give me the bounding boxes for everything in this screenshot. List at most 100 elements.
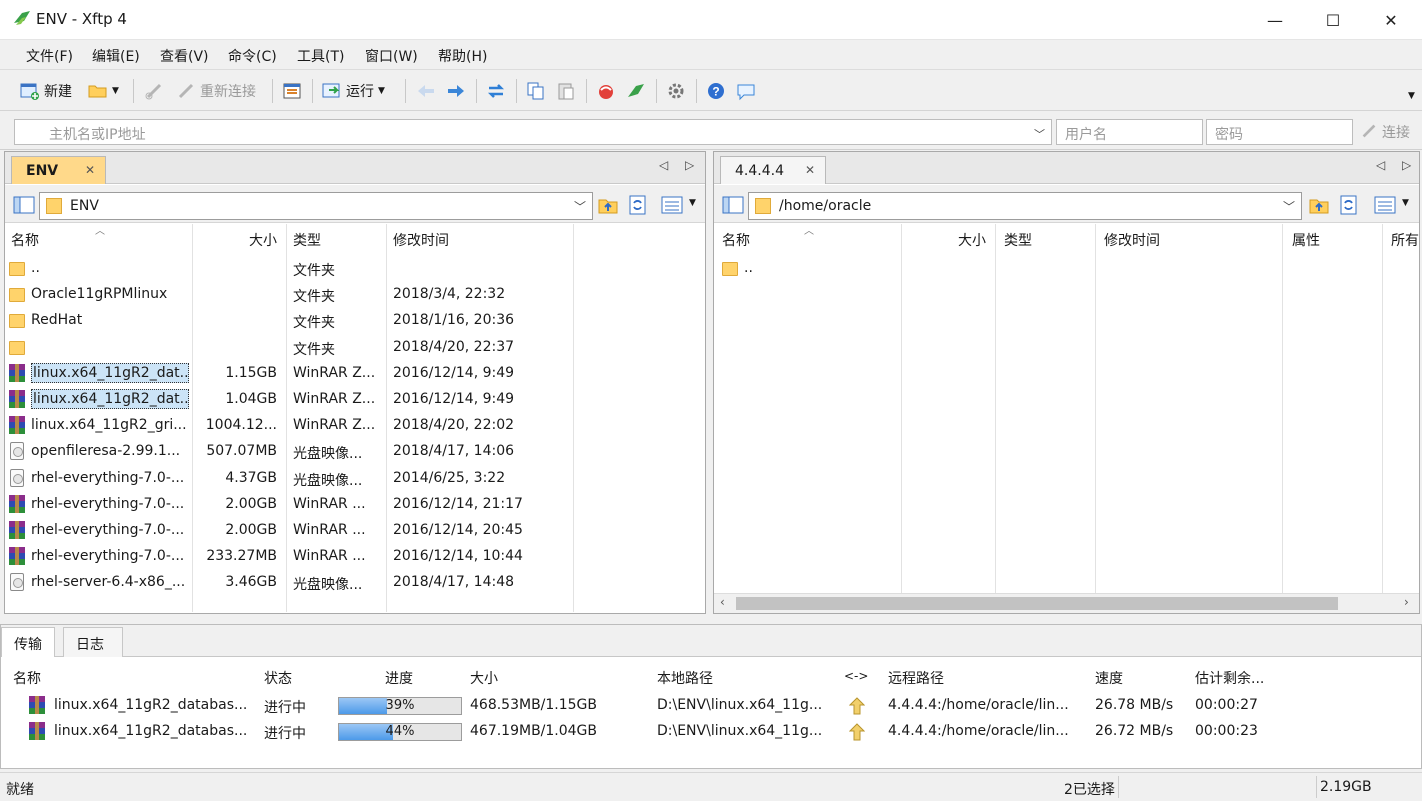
pane-toggle-icon[interactable] (722, 195, 744, 215)
col-owner[interactable]: 所有 (1391, 230, 1419, 250)
chat-button[interactable] (736, 79, 756, 103)
close-tab-icon[interactable]: ✕ (85, 163, 95, 177)
host-input[interactable]: 主机名或IP地址 (14, 119, 1052, 145)
menu-view[interactable]: 查看(V) (160, 46, 209, 66)
file-row[interactable]: rhel-everything-7.0-... 2.00GB WinRAR ... 2… (5, 518, 705, 544)
minimize-button[interactable]: — (1246, 0, 1304, 40)
disconnect-button[interactable] (144, 79, 164, 103)
file-row[interactable]: rhel-everything-7.0-... 4.37GB 光盘映像... 2014… (5, 466, 705, 492)
tab-log[interactable]: 日志 (63, 627, 123, 657)
view-mode-icon[interactable] (1374, 195, 1396, 215)
horizontal-scrollbar[interactable]: ‹ › (714, 593, 1419, 613)
username-input[interactable]: 用户名 (1056, 119, 1203, 145)
file-size: 2.00GB (225, 495, 277, 512)
file-row[interactable]: rhel-everything-7.0-... 233.27MB WinRAR ..… (5, 544, 705, 570)
sync-button[interactable] (486, 79, 506, 103)
transfer-row[interactable]: linux.x64_11gR2_databas... 进行中 39% 468.53MB… (1, 693, 1421, 719)
col-speed[interactable]: 速度 (1095, 668, 1123, 688)
properties-button[interactable] (282, 79, 302, 103)
local-path-text: ENV (70, 198, 99, 214)
col-remote-path[interactable]: 远程路径 (888, 668, 944, 688)
tab-prev-icon[interactable]: ◁ (659, 158, 668, 172)
remote-path-input[interactable]: /home/oracle ﹀ (748, 192, 1302, 220)
col-eta[interactable]: 估计剩余... (1195, 668, 1264, 688)
file-row[interactable]: .. 文件夹 (5, 256, 705, 282)
file-row[interactable]: RedHat 文件夹 2018/1/16, 20:36 (5, 308, 705, 334)
col-name[interactable]: 名称 (13, 668, 41, 688)
col-progress[interactable]: 进度 (385, 668, 413, 688)
file-name: openfileresa-2.99.1... (31, 443, 181, 460)
xshell-button[interactable] (596, 79, 616, 103)
pane-toggle-icon[interactable] (13, 195, 35, 215)
view-mode-icon[interactable] (661, 195, 683, 215)
chevron-down-icon[interactable]: ﹀ (1283, 198, 1295, 215)
password-input[interactable]: 密码 (1206, 119, 1353, 145)
scroll-left-icon[interactable]: ‹ (720, 595, 725, 609)
file-row[interactable]: 文件夹 2018/4/20, 22:37 (5, 335, 705, 361)
col-type[interactable]: 类型 (1004, 230, 1032, 250)
col-mtime[interactable]: 修改时间 (393, 230, 449, 250)
tab-transfers[interactable]: 传输 (1, 627, 55, 657)
file-row[interactable]: Oracle11gRPMlinux 文件夹 2018/3/4, 22:32 (5, 282, 705, 308)
back-button[interactable] (416, 79, 436, 103)
maximize-button[interactable]: ☐ (1304, 0, 1362, 40)
file-row[interactable]: openfileresa-2.99.1... 507.07MB 光盘映像... 201… (5, 439, 705, 465)
local-path-input[interactable]: ENV ﹀ (39, 192, 593, 220)
options-button[interactable] (666, 79, 686, 103)
parent-folder-icon[interactable] (597, 194, 619, 216)
refresh-icon[interactable] (627, 194, 649, 216)
paste-button[interactable] (556, 79, 576, 103)
col-size[interactable]: 大小 (958, 230, 986, 250)
scrollbar-thumb[interactable] (736, 597, 1338, 610)
file-row[interactable]: linux.x64_11gR2_dat... 1.04GB WinRAR Z... 2… (5, 387, 705, 413)
col-type[interactable]: 类型 (293, 230, 321, 250)
file-row[interactable]: linux.x64_11gR2_gri... 1004.12... WinRAR Z… (5, 413, 705, 439)
col-local-path[interactable]: 本地路径 (657, 668, 713, 688)
toolbar-overflow-icon[interactable]: ▼ (1408, 91, 1415, 101)
help-button[interactable]: ? (706, 79, 726, 103)
menu-file[interactable]: 文件(F) (26, 46, 73, 66)
col-mtime[interactable]: 修改时间 (1104, 230, 1160, 250)
chevron-down-icon[interactable]: ﹀ (574, 198, 586, 215)
menu-command[interactable]: 命令(C) (228, 46, 277, 66)
toolbar-separator (476, 79, 477, 103)
reconnect-button[interactable]: 重新连接 (176, 79, 256, 103)
close-button[interactable]: ✕ (1362, 0, 1420, 40)
menu-help[interactable]: 帮助(H) (438, 46, 487, 66)
col-status[interactable]: 状态 (264, 668, 292, 688)
col-size[interactable]: 大小 (470, 668, 498, 688)
new-session-button[interactable]: 新建 (20, 79, 72, 103)
col-attributes[interactable]: 属性 (1292, 230, 1320, 250)
menu-edit[interactable]: 编辑(E) (92, 46, 140, 66)
col-name[interactable]: 名称 (11, 230, 39, 250)
transfer-row[interactable]: linux.x64_11gR2_databas... 进行中 44% 467.19MB… (1, 719, 1421, 745)
menu-window[interactable]: 窗口(W) (365, 46, 418, 66)
file-row[interactable]: rhel-everything-7.0-... 2.00GB WinRAR ... 2… (5, 492, 705, 518)
xftp-button[interactable] (626, 79, 646, 103)
connect-button[interactable]: 连接 (1360, 122, 1410, 142)
scroll-right-icon[interactable]: › (1404, 595, 1409, 609)
chevron-down-icon[interactable]: ▼ (1402, 198, 1409, 208)
col-size[interactable]: 大小 (249, 230, 277, 250)
forward-button[interactable] (446, 79, 466, 103)
host-dropdown-icon[interactable]: ﹀ (1034, 126, 1045, 142)
refresh-icon[interactable] (1338, 194, 1360, 216)
file-row[interactable]: linux.x64_11gR2_dat... 1.15GB WinRAR Z... 2… (5, 361, 705, 387)
col-direction[interactable]: <-> (844, 669, 868, 683)
file-row[interactable]: rhel-server-6.4-x86_... 3.46GB 光盘映像... 2018… (5, 570, 705, 596)
menu-tools[interactable]: 工具(T) (297, 46, 344, 66)
chevron-down-icon[interactable]: ▼ (689, 198, 696, 208)
transfer-speed: 26.78 MB/s (1095, 697, 1174, 713)
tab-next-icon[interactable]: ▷ (685, 158, 694, 172)
parent-folder-icon[interactable] (1308, 194, 1330, 216)
file-row[interactable]: .. (714, 256, 1419, 282)
copy-button[interactable] (526, 79, 546, 103)
tab-prev-icon[interactable]: ◁ (1376, 158, 1385, 172)
close-tab-icon[interactable]: ✕ (805, 163, 815, 177)
tab-local[interactable]: ENV ✕ (11, 156, 106, 184)
open-button[interactable]: ▼ (88, 79, 119, 103)
tab-next-icon[interactable]: ▷ (1402, 158, 1411, 172)
tab-remote[interactable]: 4.4.4.4 ✕ (720, 156, 826, 184)
run-button[interactable]: 运行 ▼ (322, 79, 385, 103)
col-name[interactable]: 名称 (722, 230, 750, 250)
